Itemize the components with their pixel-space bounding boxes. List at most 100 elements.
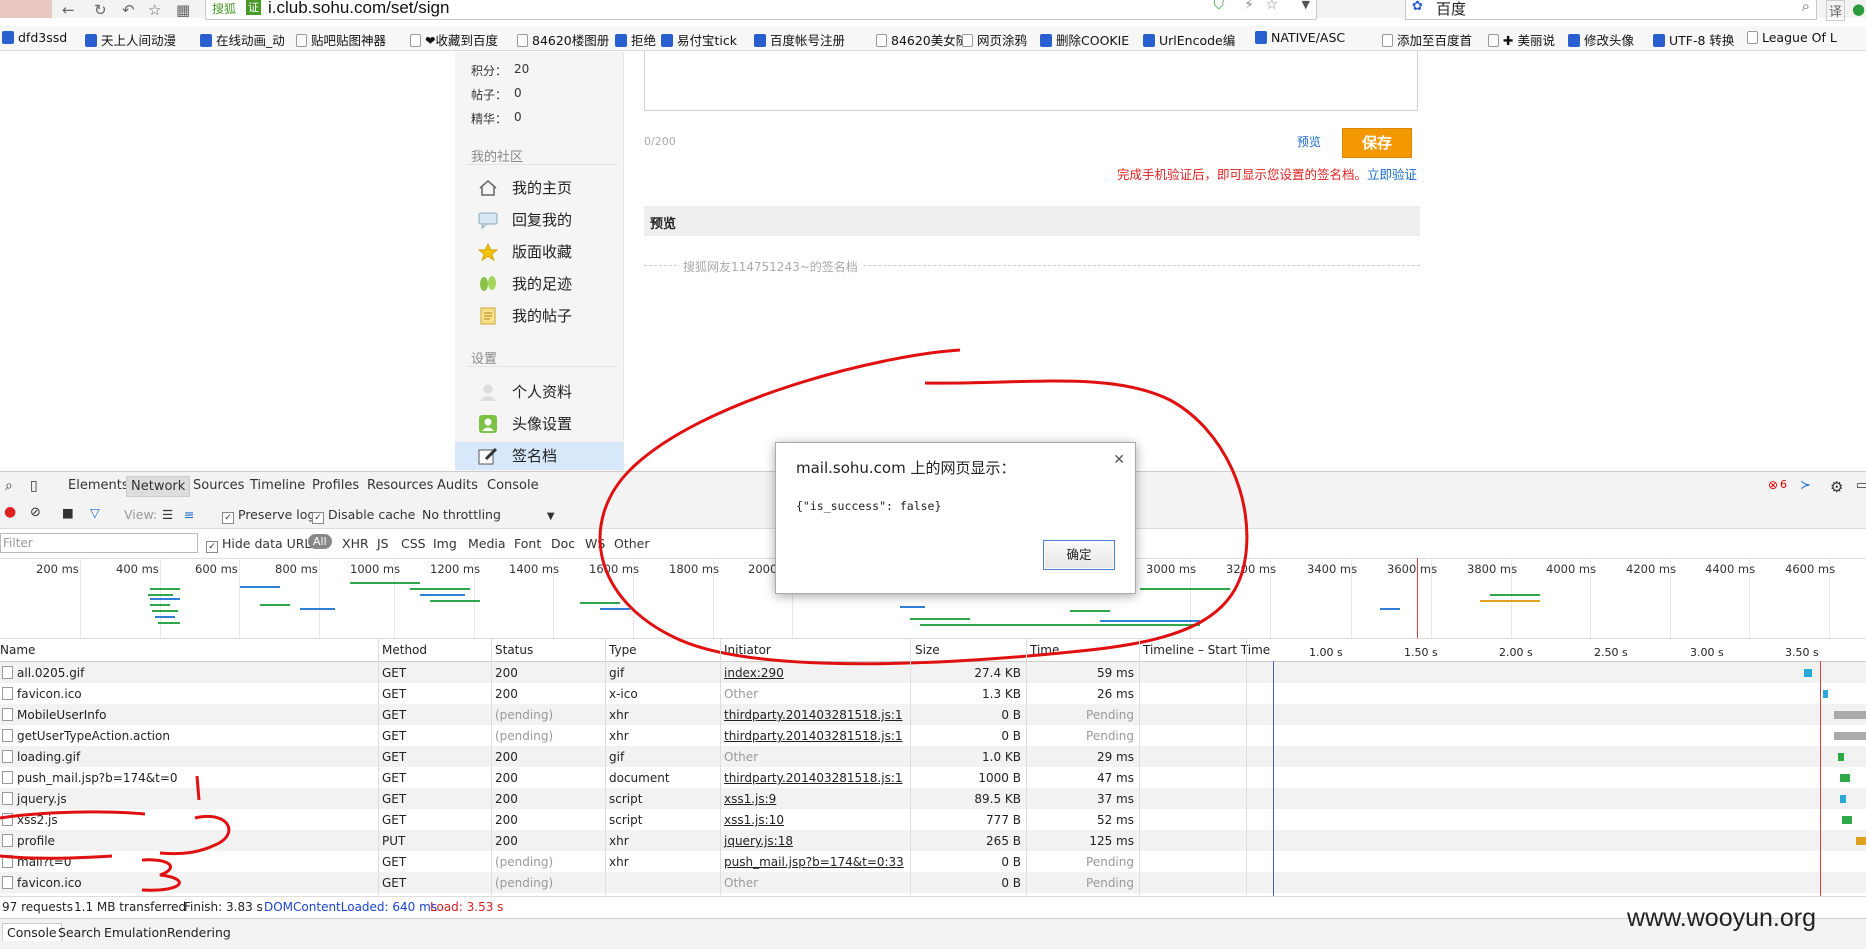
table-row[interactable]: profile PUT 200 xhr jquery.js:18 265 B 125 ms — [0, 830, 1866, 851]
sidebar-item-posts[interactable]: 我的帖子 — [478, 302, 618, 330]
record-icon[interactable]: ● — [4, 504, 16, 520]
filter-media[interactable]: Media — [468, 536, 506, 551]
drawer-tab-console[interactable]: Console — [2, 923, 62, 941]
search-icon[interactable]: ⌕ — [1802, 0, 1810, 15]
device-icon[interactable]: ▯ — [30, 478, 38, 494]
tab-resources[interactable]: Resources — [367, 478, 433, 493]
dropdown-icon[interactable]: ▼ — [1302, 0, 1310, 11]
tab-profiles[interactable]: Profiles — [312, 478, 359, 493]
table-row[interactable]: favicon.ico GET 200 x-ico Other 1.3 KB 26 ms — [0, 683, 1866, 704]
close-icon[interactable]: ✕ — [1113, 452, 1125, 468]
search-text[interactable]: 百度 — [1436, 0, 1466, 19]
address-bar[interactable]: 搜狐 证 i.club.sohu.com/set/sign ⛉ ⚡ ☆ ▼ — [205, 0, 1317, 20]
tab-sources[interactable]: Sources — [193, 478, 244, 493]
filter-icon[interactable]: ▽ — [90, 505, 100, 520]
col-name[interactable]: Name — [0, 643, 35, 657]
bookmark-item[interactable]: UTF-8 转换 — [1653, 30, 1734, 49]
table-row[interactable]: jquery.js GET 200 script xss1.js:9 89.5 KB 37 … — [0, 788, 1866, 809]
search-bar[interactable]: ✿ 百度 ⌕ — [1405, 0, 1817, 20]
bookmark-item[interactable]: League Of L — [1747, 30, 1837, 45]
bookmark-item[interactable]: ❤收藏到百度 — [410, 30, 498, 49]
cell-initiator[interactable]: xss1.js:9 — [724, 792, 776, 806]
filter-doc[interactable]: Doc — [551, 536, 575, 551]
bookmark-item[interactable]: UrlEncode编 — [1143, 30, 1235, 49]
url-text[interactable]: i.club.sohu.com/set/sign — [268, 0, 449, 18]
gear-icon[interactable]: ⚙ — [1830, 478, 1843, 496]
bookmark-item[interactable]: 网页涂鸦 — [962, 30, 1027, 49]
hide-data-urls-checkbox[interactable]: ✓ Hide data URLs — [206, 536, 318, 553]
tab-elements[interactable]: Elements — [68, 478, 129, 493]
save-button[interactable]: 保存 — [1342, 128, 1412, 158]
sidebar-item-profile[interactable]: 个人资料 — [478, 378, 618, 406]
tab-timeline[interactable]: Timeline — [250, 478, 305, 493]
table-row[interactable]: MobileUserInfo GET (pending) xhr thirdparty.… — [0, 704, 1866, 725]
bookmark-item[interactable]: 易付宝tick — [661, 30, 737, 49]
table-row[interactable]: loading.gif GET 200 gif Other 1.0 KB 29 ms — [0, 746, 1866, 767]
table-row[interactable]: mail?t=0 GET (pending) xhr push_mail.jsp?b=1… — [0, 851, 1866, 872]
tab-network[interactable]: Network — [126, 476, 191, 497]
checkbox[interactable]: ✓ — [222, 512, 234, 524]
bookmark-star-icon[interactable]: ☆ — [1265, 0, 1278, 13]
star-icon[interactable]: ☆ — [148, 1, 161, 19]
filter-img[interactable]: Img — [433, 536, 457, 551]
sidebar-item-signature[interactable]: 签名档 — [455, 442, 623, 470]
filter-ws[interactable]: WS — [585, 536, 605, 551]
bookmark-item[interactable]: dfd3ssd — [2, 30, 67, 45]
cell-initiator[interactable]: push_mail.jsp?b=174&t=0:33 — [724, 855, 904, 869]
table-row[interactable]: xss2.js GET 200 script xss1.js:10 777 B 52 ms — [0, 809, 1866, 830]
waterfall-view-icon[interactable]: ≡ — [184, 507, 194, 522]
bookmark-item[interactable]: 84620楼图册 — [517, 30, 609, 49]
sidebar-item-replies[interactable]: 回复我的 — [478, 206, 618, 234]
table-row[interactable]: getUserTypeAction.action GET (pending) xhr t… — [0, 725, 1866, 746]
filter-all[interactable]: All — [308, 534, 332, 549]
col-status[interactable]: Status — [495, 643, 533, 657]
translate-icon[interactable]: 译 — [1826, 0, 1846, 21]
drawer-tab-emulation[interactable]: Emulation — [104, 925, 167, 940]
signature-textarea[interactable] — [644, 50, 1418, 111]
error-icon[interactable]: ⊗ — [1768, 478, 1778, 492]
bookmark-item[interactable]: 84620美女随 — [876, 30, 968, 49]
cell-initiator[interactable]: thirdparty.201403281518.js:1 — [724, 771, 903, 785]
cell-initiator[interactable]: xss1.js:10 — [724, 813, 784, 827]
camera-icon[interactable]: ■ — [62, 505, 74, 520]
lightning-icon[interactable]: ⚡ — [1244, 0, 1254, 13]
bookmark-item[interactable]: 修改头像 — [1568, 30, 1634, 49]
table-row[interactable]: favicon.ico GET (pending) Other 0 B Pending — [0, 872, 1866, 893]
bookmark-item[interactable]: NATIVE/ASC — [1255, 30, 1345, 45]
filter-css[interactable]: CSS — [401, 536, 426, 551]
bookmark-item[interactable]: 添加至百度首 — [1382, 30, 1472, 49]
checkbox[interactable]: ✓ — [206, 541, 218, 553]
bookmark-item[interactable]: 贴吧贴图神器 — [296, 30, 386, 49]
filter-other[interactable]: Other — [614, 536, 650, 551]
sidebar-item-avatar[interactable]: 头像设置 — [478, 410, 618, 438]
dock-icon[interactable]: ▭ — [1856, 478, 1866, 493]
reload-icon[interactable]: ↻ — [94, 1, 107, 19]
back-icon[interactable]: ← — [62, 1, 75, 19]
throttling-select[interactable]: No throttling ▼ — [422, 507, 555, 522]
drawer-tab-search[interactable]: Search — [58, 925, 101, 940]
bookmark-item[interactable]: 百度帐号注册 — [754, 30, 845, 49]
preview-link[interactable]: 预览 — [1297, 133, 1321, 150]
disable-cache-checkbox[interactable]: ✓ Disable cache — [312, 507, 415, 524]
filter-xhr[interactable]: XHR — [342, 536, 369, 551]
drawer-tab-rendering[interactable]: Rendering — [167, 925, 231, 940]
col-type[interactable]: Type — [609, 643, 637, 657]
bookmark-item[interactable]: 天上人间动漫 — [85, 30, 176, 49]
tab-audits[interactable]: Audits — [437, 478, 478, 493]
sidebar-item-home[interactable]: 我的主页 — [478, 174, 618, 202]
bookmark-item[interactable]: 拒绝 — [615, 30, 656, 49]
filter-js[interactable]: JS — [377, 536, 389, 551]
grid-icon[interactable]: ▦ — [176, 1, 190, 19]
cell-initiator[interactable]: index:290 — [724, 666, 784, 680]
col-time[interactable]: Time — [1030, 643, 1059, 657]
preserve-log-checkbox[interactable]: ✓ Preserve log — [222, 507, 315, 524]
col-method[interactable]: Method — [382, 643, 427, 657]
col-timeline[interactable]: Timeline – Start Time — [1143, 643, 1270, 657]
col-size[interactable]: Size — [915, 643, 940, 657]
sidebar-item-footprints[interactable]: 我的足迹 — [478, 270, 618, 298]
table-row[interactable]: push_mail.jsp?b=174&t=0 GET 200 document thi… — [0, 767, 1866, 788]
cell-initiator[interactable]: thirdparty.201403281518.js:1 — [724, 729, 903, 743]
verify-link[interactable]: 立即验证 — [1367, 167, 1417, 182]
ok-button[interactable]: 确定 — [1043, 540, 1115, 570]
tab-console[interactable]: Console — [487, 478, 539, 493]
